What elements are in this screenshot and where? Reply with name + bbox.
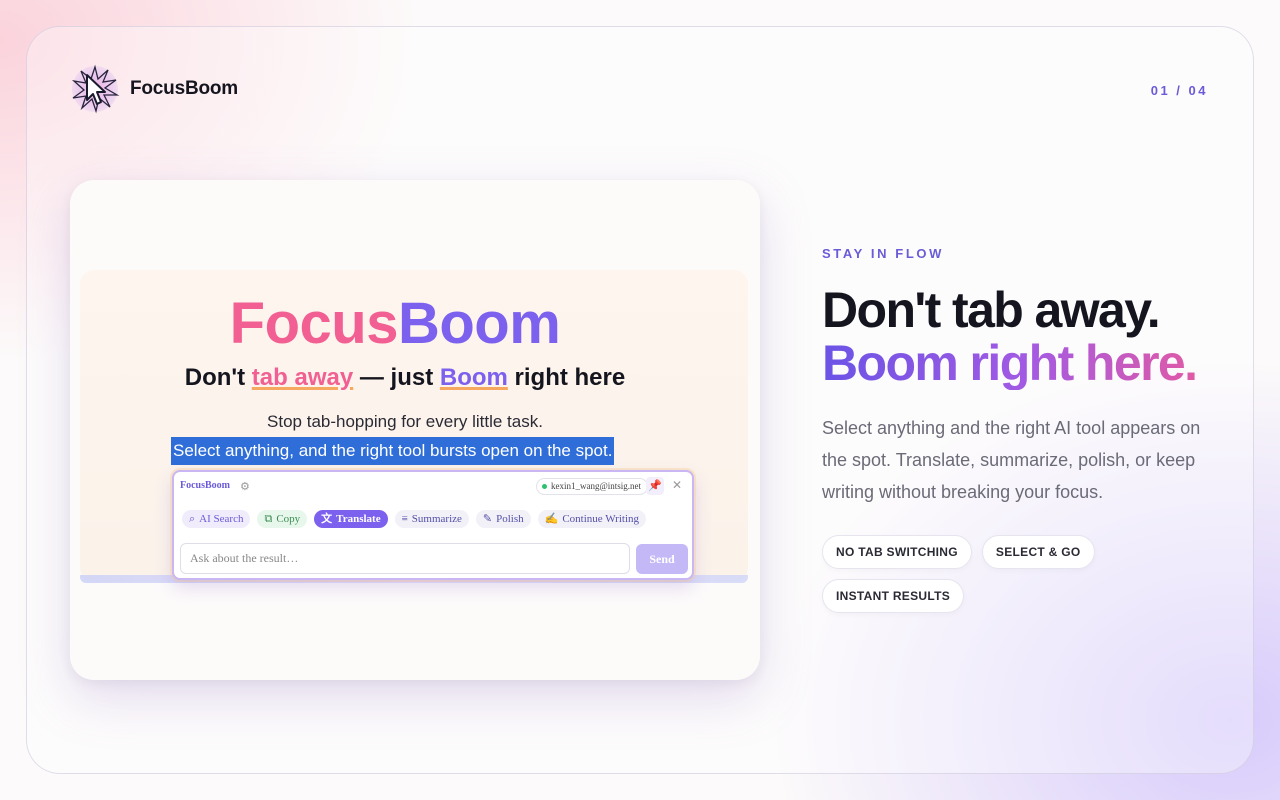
brand[interactable]: FocusBoom <box>70 64 238 114</box>
tool-ai-search-button[interactable]: ⌕ AI Search <box>182 510 251 528</box>
tool-summarize-button[interactable]: ≡ Summarize <box>394 510 469 528</box>
translate-icon: 文 <box>321 513 333 525</box>
subtitle-highlight-tab-away: tab away <box>251 364 354 391</box>
headline: Don't tab away. Boom right here. <box>822 282 1198 391</box>
preview-card: FocusBoom Don't tab away — just Boom rig… <box>70 180 760 680</box>
tag-no-tab-switching: NO TAB SWITCHING <box>822 535 972 569</box>
pen-icon: ✎ <box>482 513 493 525</box>
subtitle-highlight-boom: Boom <box>439 364 508 391</box>
send-button[interactable]: Send <box>636 544 688 574</box>
tool-label: AI Search <box>199 513 244 525</box>
tool-copy-button[interactable]: ⧉ Copy <box>257 510 308 528</box>
popup-brand: FocusBoom <box>180 480 230 491</box>
tool-polish-button[interactable]: ✎ Polish <box>475 510 531 528</box>
preview-title-focus: Focus <box>229 291 399 356</box>
preview-body-line: Stop tab-hopping for every little task. <box>267 412 543 431</box>
subtitle-pre: Don't <box>184 364 252 391</box>
tool-label: Copy <box>276 513 301 525</box>
page-counter: 01 / 04 <box>1150 83 1208 98</box>
preview-title: FocusBoom <box>70 290 720 357</box>
list-icon: ≡ <box>401 513 408 525</box>
headline-line1: Don't tab away. <box>822 282 1161 338</box>
tool-translate-button[interactable]: 文 Translate <box>314 510 388 528</box>
preview-selected-text[interactable]: Select anything, and the right tool burs… <box>171 437 615 465</box>
tool-label: Translate <box>336 513 381 525</box>
focusboom-popup: FocusBoom ⚙ kexin1_wang@intsig.net 📌 ✕ ⌕… <box>172 470 694 580</box>
preview-title-boom: Boom <box>397 291 561 356</box>
brand-name: FocusBoom <box>130 78 238 99</box>
popup-user-badge: kexin1_wang@intsig.net <box>536 478 649 495</box>
headline-line2: Boom right here. <box>822 335 1198 391</box>
popup-toolbar: ⌕ AI Search ⧉ Copy 文 Translate ≡ Summarize ✎… <box>182 510 646 528</box>
eyebrow: STAY IN FLOW <box>822 246 944 261</box>
tool-label: Polish <box>496 513 524 525</box>
preview-subtitle: Don't tab away — just Boom right here <box>70 364 740 392</box>
tool-label: Continue Writing <box>562 513 639 525</box>
pin-icon[interactable]: 📌 <box>646 477 664 495</box>
burst-cursor-logo-icon <box>71 64 120 114</box>
gear-icon[interactable]: ⚙ <box>240 480 250 493</box>
subtitle-post: right here <box>507 364 626 391</box>
ask-input[interactable]: Ask about the result… <box>180 543 630 574</box>
copy-icon: ⧉ <box>264 513 273 525</box>
tool-label: Summarize <box>411 513 462 525</box>
close-icon[interactable]: ✕ <box>672 478 682 492</box>
subtitle-mid: — just <box>353 364 440 391</box>
tag-select-and-go: SELECT & GO <box>981 535 1095 569</box>
tag-instant-results: INSTANT RESULTS <box>822 579 965 613</box>
description: Select anything and the right AI tool ap… <box>822 418 1201 502</box>
search-icon: ⌕ <box>189 513 196 525</box>
tool-continue-writing-button[interactable]: ✍ Continue Writing <box>537 510 646 528</box>
write-icon: ✍ <box>544 513 559 525</box>
feature-tags: NO TAB SWITCHING SELECT & GO INSTANT RES… <box>822 535 1202 613</box>
